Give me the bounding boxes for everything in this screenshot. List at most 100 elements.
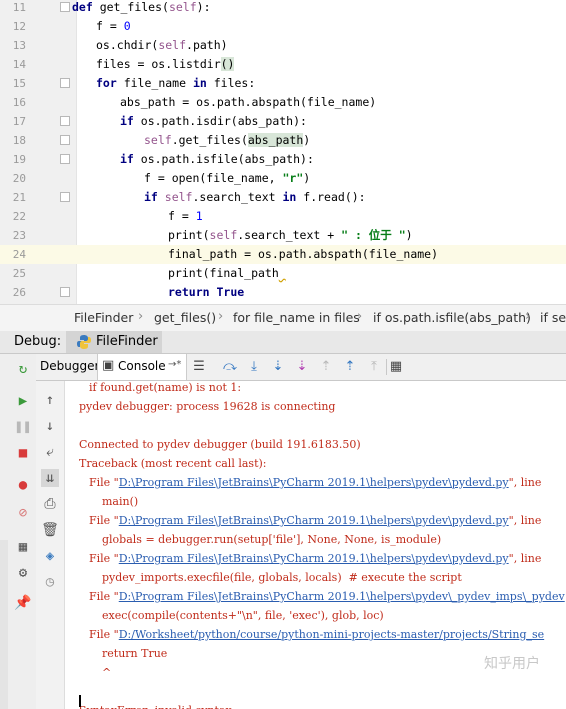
file-link[interactable]: D:\Program Files\JetBrains\PyCharm 2019.… bbox=[119, 552, 509, 565]
code-line[interactable]: 11 def get_files(self): bbox=[0, 0, 566, 17]
line-number: 20 bbox=[12, 172, 26, 185]
code-text: f = 0 bbox=[96, 19, 131, 33]
console-line: main() bbox=[102, 495, 139, 508]
code-text: print(self.search_text + " : 位于 ") bbox=[168, 228, 413, 242]
text-cursor bbox=[79, 695, 81, 707]
line-number: 17 bbox=[12, 115, 26, 128]
menu-icon[interactable]: ☰ bbox=[191, 359, 207, 375]
code-text: if os.path.isdir(abs_path): bbox=[120, 114, 307, 128]
code-text: self.get_files(abs_path) bbox=[144, 133, 311, 147]
code-line[interactable]: 15 for file_name in files: bbox=[0, 74, 566, 93]
code-line[interactable]: 25 print(final_path bbox=[0, 264, 566, 283]
debug-tool-window-header: Debug: FileFinder bbox=[0, 331, 566, 354]
fold-marker-icon[interactable] bbox=[60, 192, 70, 202]
code-line[interactable]: 20 f = open(file_name, "r") bbox=[0, 169, 566, 188]
line-number: 19 bbox=[12, 153, 26, 166]
fold-marker-icon[interactable] bbox=[60, 116, 70, 126]
code-line[interactable]: 23 print(self.search_text + " : 位于 ") bbox=[0, 226, 566, 245]
mute-breakpoints-icon[interactable]: ⊘ bbox=[14, 504, 32, 522]
code-line[interactable]: 24 final_path = os.path.abspath(file_name… bbox=[0, 245, 566, 264]
code-text: def get_files(self): bbox=[72, 0, 211, 14]
python-console-icon[interactable]: ◈ bbox=[41, 547, 59, 565]
fold-marker-icon[interactable] bbox=[60, 154, 70, 164]
breadcrumb-item-method[interactable]: get_files() bbox=[154, 310, 216, 325]
code-line[interactable]: 13 os.chdir(self.path) bbox=[0, 36, 566, 55]
console-line: ^ bbox=[102, 666, 112, 679]
line-number: 24 bbox=[12, 248, 26, 261]
code-line[interactable]: 12 f = 0 bbox=[0, 17, 566, 36]
print-icon[interactable]: ⎙ bbox=[41, 495, 59, 513]
tab-debugger[interactable]: Debugger bbox=[40, 359, 99, 373]
down-arrow-icon[interactable]: ↓ bbox=[41, 417, 59, 435]
line-number: 26 bbox=[12, 286, 26, 299]
watermark: 知乎用户 bbox=[484, 656, 540, 672]
scroll-to-end-icon[interactable]: ⇊ bbox=[41, 469, 59, 487]
side-tool-strip bbox=[0, 540, 8, 709]
file-link[interactable]: D:\Program Files\JetBrains\PyCharm 2019.… bbox=[119, 514, 509, 527]
file-link[interactable]: D:/Worksheet/python/course/python-mini-p… bbox=[119, 628, 544, 641]
line-number: 18 bbox=[12, 134, 26, 147]
code-text: f = 1 bbox=[168, 209, 203, 223]
file-link[interactable]: D:\Program Files\JetBrains\PyCharm 2019.… bbox=[119, 590, 565, 603]
console-line: globals = debugger.run(setup['file'], No… bbox=[102, 533, 442, 546]
line-number: 11 bbox=[12, 1, 26, 14]
fold-marker-icon[interactable] bbox=[60, 135, 70, 145]
fold-marker-icon[interactable] bbox=[60, 2, 70, 12]
step-out-icon[interactable]: ⇡ bbox=[342, 359, 358, 375]
console-line: return True bbox=[102, 647, 168, 660]
breadcrumb-item-if-isfile[interactable]: if os.path.isfile(abs_path) bbox=[373, 310, 531, 325]
soft-wrap-icon[interactable]: ⤶ bbox=[41, 443, 59, 461]
code-line[interactable]: 16 abs_path = os.path.abspath(file_name) bbox=[0, 93, 566, 112]
step-into-icon[interactable]: ⇣ bbox=[270, 359, 286, 375]
step-into-my-code-icon[interactable]: ⇣ bbox=[294, 359, 310, 375]
code-line[interactable]: 19 if os.path.isfile(abs_path): bbox=[0, 150, 566, 169]
resume-icon[interactable]: ▶ bbox=[14, 392, 32, 410]
console-line: if found.get(name) is not 1: bbox=[89, 381, 242, 394]
pause-icon[interactable]: ❚❚ bbox=[14, 418, 32, 436]
code-line[interactable]: 18 self.get_files(abs_path) bbox=[0, 131, 566, 150]
code-line[interactable]: 14 files = os.listdir() bbox=[0, 55, 566, 74]
code-editor[interactable]: 11 def get_files(self): 12 f = 0 13 os.chdir(… bbox=[0, 0, 566, 304]
breadcrumb-item-class[interactable]: FileFinder bbox=[74, 310, 133, 325]
line-number: 13 bbox=[12, 39, 26, 52]
tab-label: FileFinder bbox=[96, 334, 158, 349]
clock-icon[interactable]: ◷ bbox=[41, 573, 59, 591]
tab-console[interactable]: ▣ Console →* bbox=[97, 354, 187, 380]
fold-marker-icon[interactable] bbox=[60, 287, 70, 297]
file-link[interactable]: D:\Program Files\JetBrains\PyCharm 2019.… bbox=[119, 476, 509, 489]
chevron-right-icon: › bbox=[357, 309, 363, 324]
code-line[interactable]: 26 return True bbox=[0, 283, 566, 302]
fold-marker-icon[interactable] bbox=[60, 78, 70, 88]
breadcrumb-item-if-search[interactable]: if sel bbox=[540, 310, 566, 325]
stop-icon[interactable]: ■ bbox=[14, 444, 32, 462]
debug-toolbar: Debugger ▣ Console →* ☰ ⤼ ⤓ ⇣ ⇣ ⇡ ⇡ ⤒ ▦ bbox=[36, 354, 566, 381]
line-number: 14 bbox=[12, 58, 26, 71]
rerun-icon[interactable]: ↻ bbox=[14, 360, 32, 378]
trash-icon[interactable]: 🗑 bbox=[41, 521, 59, 539]
code-line[interactable]: 22 f = 1 bbox=[0, 207, 566, 226]
toolbar-separator bbox=[386, 359, 387, 375]
code-text: print(final_path bbox=[168, 266, 279, 280]
tab-filefinder[interactable]: FileFinder bbox=[66, 331, 162, 353]
console-line: exec(compile(contents+"\n", file, 'exec'… bbox=[102, 609, 384, 622]
code-text: f = open(file_name, "r") bbox=[144, 171, 311, 185]
up-arrow-icon[interactable]: ↑ bbox=[41, 391, 59, 409]
console-line: File "D:\Program Files\JetBrains\PyCharm… bbox=[89, 590, 565, 603]
run-to-cursor-icon[interactable]: ⤒ bbox=[366, 359, 382, 375]
pin-icon[interactable]: 📌 bbox=[14, 594, 32, 612]
gear-icon[interactable]: ⚙ bbox=[14, 564, 32, 582]
force-step-into-icon[interactable]: ⇡ bbox=[318, 359, 334, 375]
code-line[interactable]: 17 if os.path.isdir(abs_path): bbox=[0, 112, 566, 131]
console-icon: ▣ bbox=[102, 358, 115, 373]
step-over-icon[interactable]: ⤓ bbox=[246, 359, 262, 375]
view-breakpoints-icon[interactable]: ● bbox=[14, 476, 32, 494]
layout-icon[interactable]: ▦ bbox=[14, 538, 32, 556]
breadcrumb-item-for[interactable]: for file_name in files bbox=[233, 310, 360, 325]
code-line[interactable]: 21 if self.search_text in f.read(): bbox=[0, 188, 566, 207]
evaluate-expression-icon[interactable]: ▦ bbox=[388, 359, 404, 375]
code-text: os.chdir(self.path) bbox=[96, 38, 228, 52]
show-execution-point-icon[interactable]: ⤼ bbox=[222, 359, 238, 375]
console-line: File "D:\Program Files\JetBrains\PyCharm… bbox=[89, 552, 542, 565]
chevron-right-icon: › bbox=[525, 309, 531, 324]
console-line: Traceback (most recent call last): bbox=[79, 457, 267, 470]
